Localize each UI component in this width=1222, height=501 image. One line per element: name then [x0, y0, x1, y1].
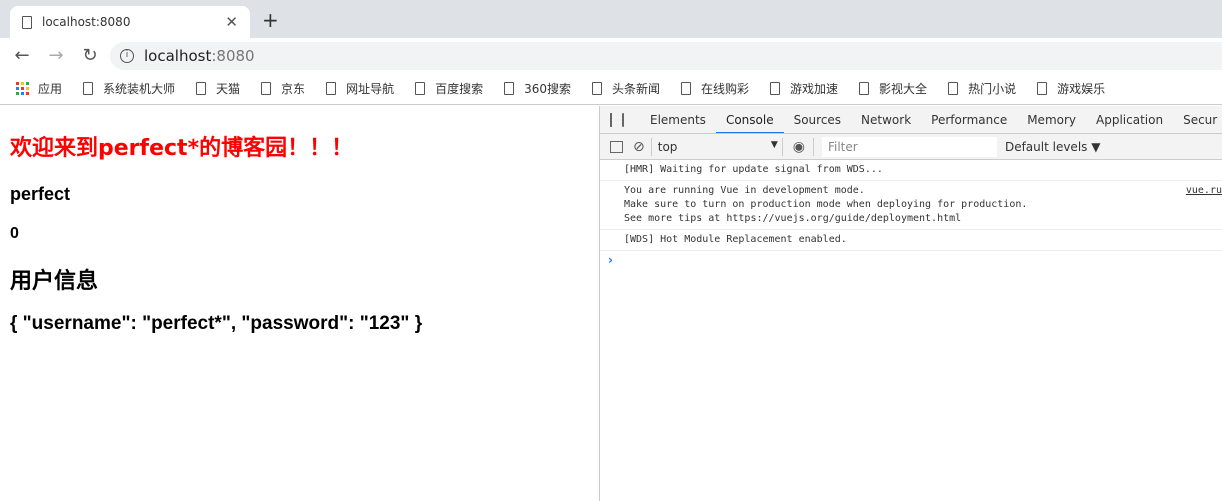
tab-security[interactable]: Secur: [1173, 106, 1222, 133]
address-bar[interactable]: i localhost:8080: [110, 42, 1222, 70]
log-levels-dropdown[interactable]: Default levels ▼: [1005, 140, 1101, 154]
tab-performance[interactable]: Performance: [921, 106, 1017, 133]
bookmark[interactable]: 影视大全: [859, 80, 927, 97]
bookmark[interactable]: 游戏娱乐: [1037, 80, 1105, 97]
url-host: localhost: [144, 47, 212, 65]
clear-console-icon[interactable]: ⊘: [633, 139, 645, 155]
page-icon: [415, 82, 426, 95]
inspect-element-icon[interactable]: [610, 112, 612, 127]
bookmark[interactable]: 天猫: [196, 80, 240, 97]
tab-elements[interactable]: Elements: [640, 106, 716, 133]
bookmark-label: 网址导航: [346, 82, 395, 96]
tab-application[interactable]: Application: [1086, 106, 1173, 133]
sidebar-toggle-icon[interactable]: [610, 140, 623, 153]
user-json: { "username": "perfect*", "password": "1…: [10, 313, 423, 334]
user-name: perfect: [10, 184, 71, 204]
divider: [781, 137, 783, 156]
page-icon: [261, 82, 272, 95]
console-toolbar: ⊘ top ▼ ◉ Filter Default levels ▼: [600, 134, 1222, 160]
divider: [812, 137, 814, 156]
bookmark-label: 热门小说: [968, 82, 1017, 96]
bookmark[interactable]: 在线购彩: [681, 80, 749, 97]
console-message: You are running Vue in development mode.…: [600, 181, 1222, 230]
bookmark-label: 系统装机大师: [103, 82, 176, 96]
url-port: :8080: [211, 47, 255, 65]
page-icon: [196, 82, 207, 95]
deployment-link[interactable]: https://vuejs.org/guide/deployment.html: [726, 213, 961, 224]
page-icon: [770, 82, 781, 95]
bookmarks-bar: 应用 系统装机大师 天猫 京东 网址导航 百度搜索 360搜索 头条新闻 在线购…: [0, 73, 1222, 105]
bookmark[interactable]: 京东: [261, 80, 305, 97]
message-text: See more tips at: [624, 213, 727, 224]
context-selector[interactable]: top ▼: [652, 140, 782, 154]
page-icon: [948, 82, 959, 95]
bookmark-label: 天猫: [216, 82, 241, 96]
forward-button[interactable]: →: [40, 45, 72, 66]
apps-icon: [16, 82, 29, 95]
console-message: [HMR] Waiting for update signal from WDS…: [600, 160, 1222, 181]
bookmark[interactable]: 百度搜索: [415, 80, 483, 97]
bookmark-label: 在线购彩: [701, 82, 750, 96]
devtools-panel: Elements Console Sources Network Perform…: [599, 106, 1222, 501]
bookmark[interactable]: 游戏加速: [770, 80, 838, 97]
page-icon: [83, 82, 94, 95]
browser-tab[interactable]: localhost:8080 ✕: [10, 6, 250, 38]
bookmark-label: 影视大全: [879, 82, 928, 96]
tab-network[interactable]: Network: [851, 106, 921, 133]
bookmark-label: 360搜索: [524, 82, 571, 96]
close-tab-icon[interactable]: ✕: [225, 13, 238, 31]
page-icon: [592, 82, 602, 95]
tab-title: localhost:8080: [42, 15, 131, 29]
bookmark-label: 头条新闻: [612, 82, 661, 96]
tab-console[interactable]: Console: [715, 106, 784, 133]
bookmark[interactable]: 网址导航: [326, 80, 394, 97]
eye-icon[interactable]: ◉: [793, 139, 805, 155]
bookmark[interactable]: 系统装机大师: [83, 80, 175, 97]
page-content: 欢迎来到perfect*的博客园！！！ perfect 0 用户信息 { "us…: [0, 106, 599, 501]
page-icon: [22, 15, 32, 29]
devtools-tabs: Elements Console Sources Network Perform…: [600, 106, 1222, 134]
message-text: You are running Vue in development mode.: [624, 185, 865, 196]
counter-value: 0: [10, 225, 19, 242]
dropdown-arrow-icon: ▼: [770, 139, 778, 150]
reload-button[interactable]: ↻: [74, 45, 106, 66]
message-text: [WDS] Hot Module Replacement enabled.: [624, 234, 847, 245]
device-toolbar-icon[interactable]: [622, 112, 624, 127]
page-icon: [681, 82, 692, 95]
page-icon: [859, 82, 870, 95]
console-prompt[interactable]: ›: [600, 251, 1222, 269]
bookmark[interactable]: 头条新闻: [592, 80, 660, 97]
filter-input[interactable]: Filter: [821, 136, 997, 157]
source-link[interactable]: vue.ru: [1186, 184, 1222, 198]
toolbar: ← → ↻ i localhost:8080: [0, 38, 1222, 73]
tab-strip: localhost:8080 ✕ +: [0, 0, 1222, 38]
user-info-title: 用户信息: [10, 269, 99, 294]
bookmark-apps[interactable]: 应用: [16, 80, 62, 97]
tab-memory[interactable]: Memory: [1017, 106, 1086, 133]
bookmark-label: 游戏娱乐: [1057, 82, 1106, 96]
bookmark-label: 京东: [281, 82, 306, 96]
page-icon: [326, 82, 337, 95]
context-value: top: [657, 139, 678, 154]
page-icon: [504, 82, 515, 95]
back-button[interactable]: ←: [6, 45, 38, 66]
bookmark-label: 游戏加速: [790, 82, 839, 96]
console-message: [WDS] Hot Module Replacement enabled.: [600, 230, 1222, 251]
page-icon: [1037, 82, 1048, 95]
message-text: Make sure to turn on production mode whe…: [624, 199, 1028, 210]
info-icon[interactable]: i: [120, 49, 134, 63]
welcome-heading: 欢迎来到perfect*的博客园！！！: [10, 136, 354, 161]
bookmark[interactable]: 360搜索: [504, 80, 571, 97]
message-text: [HMR] Waiting for update signal from WDS…: [624, 164, 883, 175]
tab-sources[interactable]: Sources: [784, 106, 851, 133]
new-tab-button[interactable]: +: [262, 8, 279, 32]
bookmark[interactable]: 热门小说: [948, 80, 1016, 97]
console-messages: [HMR] Waiting for update signal from WDS…: [600, 160, 1222, 269]
bookmark-label: 百度搜索: [435, 82, 484, 96]
bookmark-label: 应用: [38, 82, 63, 96]
